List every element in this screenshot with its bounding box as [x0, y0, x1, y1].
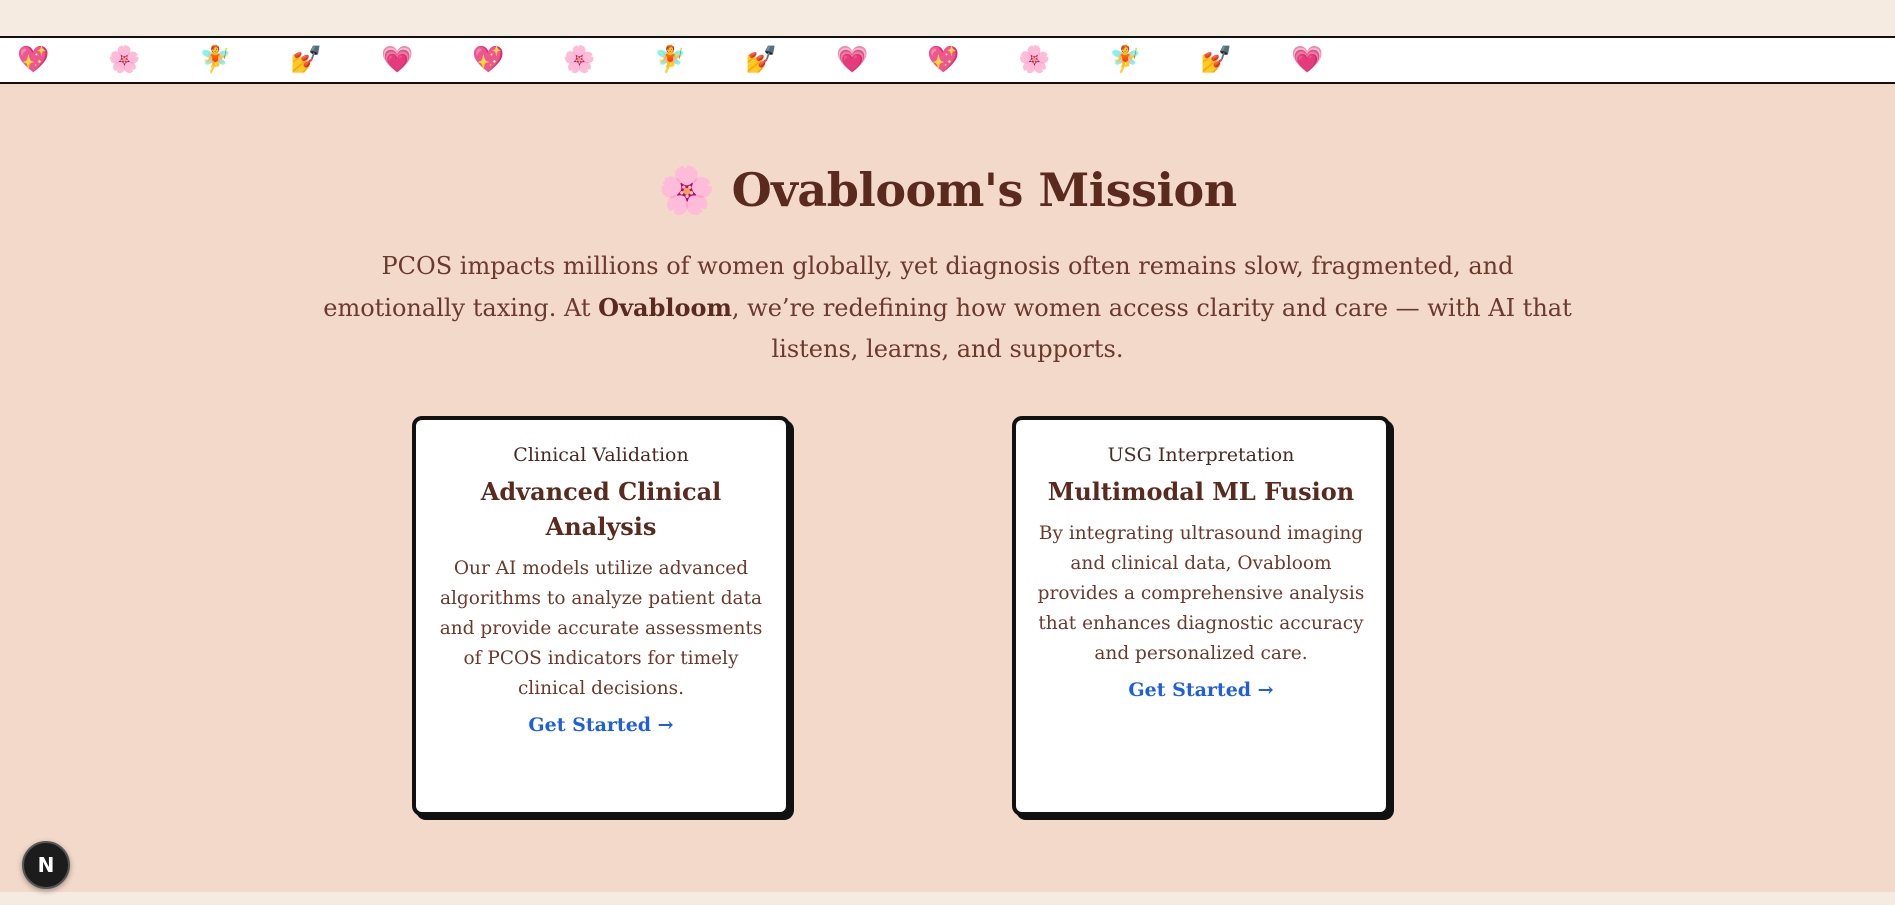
top-band	[0, 0, 1895, 36]
cherry-blossom-icon: 🌸	[658, 163, 716, 217]
sparkling-heart-icon: 💖	[472, 45, 505, 75]
pink-heart-icon: 💗	[381, 45, 414, 75]
brand-name: Ovabloom	[598, 293, 732, 322]
pink-heart-icon: 💗	[1291, 45, 1324, 75]
sparkling-heart-icon: 💖	[17, 45, 50, 75]
n-logo-icon: N	[37, 853, 55, 877]
marquee-track: 💖 🌸 🧚 💅 💗 💖 🌸 🧚 💅 💗 💖 🌸 🧚 💅 💗	[0, 38, 1353, 82]
fairy-icon: 🧚	[1109, 45, 1142, 75]
nail-polish-icon: 💅	[745, 45, 778, 75]
bottom-strip	[0, 892, 1895, 905]
dev-tools-badge[interactable]: N	[22, 841, 70, 889]
card-eyebrow: USG Interpretation	[1107, 444, 1295, 466]
nail-polish-icon: 💅	[1200, 45, 1233, 75]
mission-section: 🌸 Ovabloom's Mission PCOS impacts millio…	[0, 84, 1895, 892]
sparkling-heart-icon: 💖	[927, 45, 960, 75]
mission-description-end: , we’re redefining how women access clar…	[731, 294, 1572, 363]
emoji-marquee: 💖 🌸 🧚 💅 💗 💖 🌸 🧚 💅 💗 💖 🌸 🧚 💅 💗	[0, 36, 1895, 84]
get-started-link[interactable]: Get Started →	[1128, 679, 1273, 701]
clinical-analysis-card: Clinical Validation Advanced Clinical An…	[412, 416, 790, 816]
fairy-icon: 🧚	[199, 45, 232, 75]
card-title: Multimodal ML Fusion	[1047, 477, 1355, 506]
cherry-blossom-icon: 🌸	[1018, 45, 1051, 75]
mission-heading: 🌸 Ovabloom's Mission	[0, 162, 1895, 218]
get-started-link[interactable]: Get Started →	[528, 714, 673, 736]
page-title: Ovabloom's Mission	[731, 163, 1238, 217]
fairy-icon: 🧚	[654, 45, 687, 75]
mission-description: PCOS impacts millions of women globally,…	[310, 246, 1585, 370]
cherry-blossom-icon: 🌸	[108, 45, 141, 75]
card-eyebrow: Clinical Validation	[513, 444, 689, 466]
nail-polish-icon: 💅	[290, 45, 323, 75]
pink-heart-icon: 💗	[836, 45, 869, 75]
cherry-blossom-icon: 🌸	[563, 45, 596, 75]
card-title: Advanced Clinical Analysis	[480, 477, 722, 541]
card-description: By integrating ultrasound imaging and cl…	[1037, 523, 1365, 664]
multimodal-fusion-card: USG Interpretation Multimodal ML Fusion …	[1012, 416, 1390, 816]
card-description: Our AI models utilize advanced algorithm…	[439, 558, 763, 699]
